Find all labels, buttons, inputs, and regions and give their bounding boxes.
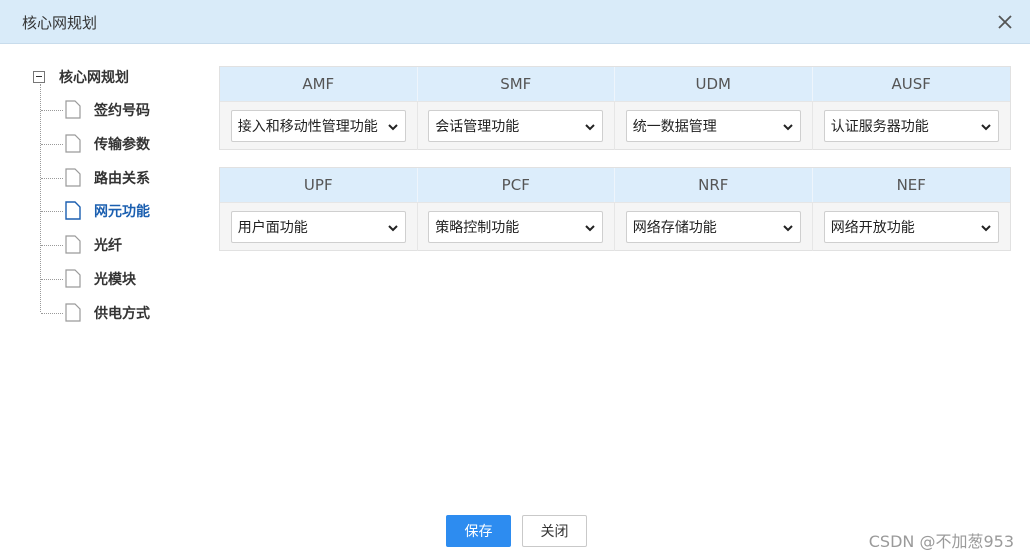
tree-item-label: 签约号码 — [94, 103, 150, 119]
file-icon — [65, 269, 81, 288]
close-icon[interactable] — [992, 9, 1018, 35]
file-icon — [65, 100, 81, 119]
column-header-nrf: NRF — [615, 168, 813, 202]
column-header-upf: UPF — [220, 168, 418, 202]
tree-branch-line — [41, 178, 63, 179]
file-icon — [65, 303, 81, 322]
select-value: 网络开放功能 — [830, 220, 915, 236]
tree-item-routing[interactable]: 路由关系 — [30, 166, 190, 190]
select-value: 会话管理功能 — [435, 119, 520, 135]
tree-root-label: 核心网规划 — [59, 70, 129, 86]
chevron-down-icon — [783, 225, 793, 232]
close-button[interactable]: 关闭 — [522, 515, 587, 547]
tree-item-optical-module[interactable]: 光模块 — [30, 267, 190, 291]
column-header-udm: UDM — [615, 67, 813, 101]
select-value: 策略控制功能 — [435, 220, 520, 236]
tree-item-label: 网元功能 — [94, 204, 150, 220]
file-icon — [65, 168, 81, 187]
select-value: 统一数据管理 — [632, 119, 717, 135]
tree-root[interactable]: 核心网规划 — [30, 66, 129, 88]
grid-cell: 认证服务器功能 — [812, 101, 1010, 150]
tree-branch-line — [41, 245, 63, 246]
tree-item-power-supply[interactable]: 供电方式 — [30, 301, 190, 325]
select-value: 接入和移动性管理功能 — [237, 119, 378, 135]
chevron-down-icon — [585, 225, 595, 232]
tree-branch-line — [41, 279, 63, 280]
watermark: CSDN @不加葱953 — [868, 532, 1014, 551]
tree-item-label: 路由关系 — [94, 171, 150, 187]
tree-item-transport-params[interactable]: 传输参数 — [30, 132, 190, 156]
tree-item-label: 传输参数 — [94, 137, 150, 153]
ausf-select[interactable]: 认证服务器功能 — [823, 110, 999, 142]
amf-select[interactable]: 接入和移动性管理功能 — [230, 110, 406, 142]
smf-select[interactable]: 会话管理功能 — [428, 110, 604, 142]
grid-cell: 会话管理功能 — [417, 101, 615, 150]
tree-item-fiber[interactable]: 光纤 — [30, 233, 190, 257]
grid-cell: 接入和移动性管理功能 — [220, 101, 418, 150]
select-value: 用户面功能 — [237, 220, 308, 236]
chevron-down-icon — [981, 124, 991, 131]
tree-branch-line — [41, 110, 63, 111]
grid-cell: 统一数据管理 — [615, 101, 813, 150]
tree-branch-line — [41, 211, 63, 212]
column-header-ausf: AUSF — [812, 67, 1010, 101]
file-icon — [65, 235, 81, 254]
chevron-down-icon — [388, 124, 398, 131]
tree-branch-line — [41, 144, 63, 145]
dialog-titlebar: 核心网规划 — [0, 0, 1030, 44]
save-button[interactable]: 保存 — [446, 515, 511, 547]
dialog-title: 核心网规划 — [22, 14, 98, 32]
nav-tree: 核心网规划 签约号码 传输参数 路由关系 网元功能 光纤 光模块 供电方式 — [30, 64, 190, 334]
grid-cell: 策略控制功能 — [417, 202, 615, 251]
column-header-smf: SMF — [417, 67, 615, 101]
chevron-down-icon — [783, 124, 793, 131]
collapse-icon[interactable] — [33, 71, 45, 83]
select-value: 网络存储功能 — [632, 220, 717, 236]
chevron-down-icon — [981, 225, 991, 232]
file-icon — [65, 201, 81, 220]
chevron-down-icon — [585, 124, 595, 131]
column-header-pcf: PCF — [417, 168, 615, 202]
tree-branch-line — [41, 313, 63, 314]
pcf-select[interactable]: 策略控制功能 — [428, 211, 604, 243]
tree-item-label: 光模块 — [94, 272, 136, 288]
nef-select[interactable]: 网络开放功能 — [823, 211, 999, 243]
grid-cell: 网络开放功能 — [812, 202, 1010, 251]
tree-item-label: 光纤 — [94, 238, 122, 254]
tree-item-label: 供电方式 — [94, 306, 150, 322]
column-header-nef: NEF — [812, 168, 1010, 202]
chevron-down-icon — [388, 225, 398, 232]
file-icon — [65, 134, 81, 153]
select-value: 认证服务器功能 — [830, 119, 929, 135]
tree-item-ne-functions[interactable]: 网元功能 — [30, 199, 190, 223]
tree-item-signing-number[interactable]: 签约号码 — [30, 98, 190, 122]
nrf-select[interactable]: 网络存储功能 — [625, 211, 801, 243]
column-header-amf: AMF — [220, 67, 418, 101]
upf-select[interactable]: 用户面功能 — [230, 211, 406, 243]
ne-function-grid-2: UPF PCF NRF NEF 用户面功能 策略控制功能 网络存储功能 网络开放… — [219, 167, 1011, 251]
udm-select[interactable]: 统一数据管理 — [625, 110, 801, 142]
ne-function-grid-1: AMF SMF UDM AUSF 接入和移动性管理功能 会话管理功能 统一数据管… — [219, 66, 1011, 150]
grid-cell: 用户面功能 — [220, 202, 418, 251]
grid-cell: 网络存储功能 — [615, 202, 813, 251]
